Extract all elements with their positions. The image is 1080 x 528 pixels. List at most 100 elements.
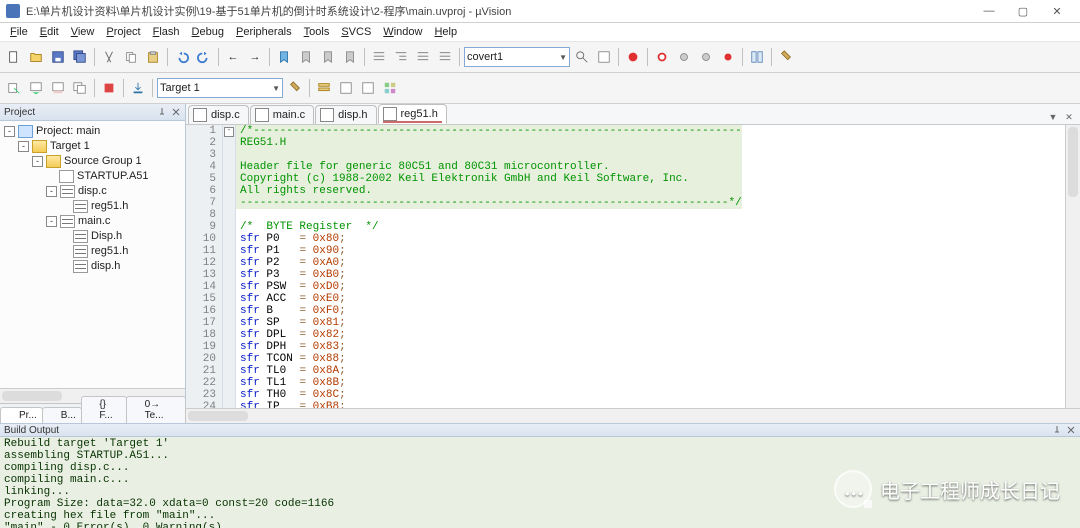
menu-svcs[interactable]: SVCS: [335, 24, 377, 40]
editor-tab-reg51-h[interactable]: reg51.h: [378, 104, 447, 124]
nav-fwd-icon[interactable]: →: [245, 47, 265, 67]
menu-help[interactable]: Help: [428, 24, 463, 40]
build-output[interactable]: Rebuild target 'Target 1' assembling STA…: [0, 437, 1080, 528]
tree-item[interactable]: Source Group 1: [64, 155, 142, 167]
fold-gutter[interactable]: -: [223, 125, 236, 137]
find-combo[interactable]: covert1▼: [464, 47, 570, 67]
fold-gutter[interactable]: [223, 341, 236, 353]
code-line[interactable]: sfr P3 = 0xB0;: [236, 269, 742, 281]
code-line[interactable]: sfr TL1 = 0x8B;: [236, 377, 742, 389]
fold-gutter[interactable]: [223, 317, 236, 329]
fold-gutter[interactable]: [223, 305, 236, 317]
maximize-button[interactable]: ▢: [1006, 1, 1040, 21]
fold-gutter[interactable]: [223, 329, 236, 341]
menu-tools[interactable]: Tools: [298, 24, 336, 40]
code-line[interactable]: sfr TH0 = 0x8C;: [236, 389, 742, 401]
books-icon[interactable]: [358, 78, 378, 98]
indent-icon[interactable]: [369, 47, 389, 67]
fold-gutter[interactable]: [223, 245, 236, 257]
tree-item[interactable]: Target 1: [50, 140, 90, 152]
editor-tab-disp-c[interactable]: disp.c: [188, 105, 249, 124]
project-tab-2[interactable]: {} F...: [81, 396, 127, 423]
save-all-icon[interactable]: [70, 47, 90, 67]
manage-project-items-icon[interactable]: [314, 78, 334, 98]
tab-dropdown-icon[interactable]: ▼: [1046, 110, 1060, 124]
tab-close-icon[interactable]: ✕: [1062, 110, 1076, 124]
project-tab-1[interactable]: B...: [42, 407, 82, 423]
fold-gutter[interactable]: [223, 185, 236, 197]
code-line[interactable]: All rights reserved.: [236, 185, 742, 197]
bookmark-next-icon[interactable]: [318, 47, 338, 67]
tree-item[interactable]: reg51.h: [91, 200, 128, 212]
minimize-button[interactable]: —: [972, 1, 1006, 21]
fold-gutter[interactable]: [223, 197, 236, 209]
tree-item[interactable]: Disp.h: [91, 230, 122, 242]
code-line[interactable]: Header file for generic 80C51 and 80C31 …: [236, 161, 742, 173]
project-tab-3[interactable]: 0→ Te...: [126, 396, 186, 423]
code-line[interactable]: sfr TL0 = 0x8A;: [236, 365, 742, 377]
project-tree[interactable]: -Project: main-Target 1-Source Group 1ST…: [0, 121, 185, 388]
window-tile-icon[interactable]: [747, 47, 767, 67]
configure-icon[interactable]: [776, 47, 796, 67]
tree-item[interactable]: disp.c: [78, 185, 107, 197]
find-icon[interactable]: [572, 47, 592, 67]
translate-icon[interactable]: [4, 78, 24, 98]
code-line[interactable]: sfr TCON = 0x88;: [236, 353, 742, 365]
manage-rte-icon[interactable]: [380, 78, 400, 98]
cut-icon[interactable]: [99, 47, 119, 67]
tree-item[interactable]: STARTUP.A51: [77, 170, 149, 182]
code-line[interactable]: sfr PSW = 0xD0;: [236, 281, 742, 293]
code-line[interactable]: sfr SP = 0x81;: [236, 317, 742, 329]
close-button[interactable]: ✕: [1040, 1, 1074, 21]
editor-tab-main-c[interactable]: main.c: [250, 105, 314, 124]
fold-gutter[interactable]: [223, 137, 236, 149]
fold-gutter[interactable]: [223, 269, 236, 281]
bookmark-clear-icon[interactable]: [340, 47, 360, 67]
code-line[interactable]: sfr P0 = 0x80;: [236, 233, 742, 245]
fold-gutter[interactable]: [223, 401, 236, 408]
build-icon[interactable]: [26, 78, 46, 98]
fold-gutter[interactable]: [223, 161, 236, 173]
fold-gutter[interactable]: [223, 365, 236, 377]
code-line[interactable]: Copyright (c) 1988-2002 Keil Elektronik …: [236, 173, 742, 185]
editor-tab-disp-h[interactable]: disp.h: [315, 105, 376, 124]
tree-item[interactable]: reg51.h: [91, 245, 128, 257]
code-line[interactable]: sfr DPH = 0x83;: [236, 341, 742, 353]
editor-v-scrollbar[interactable]: [1065, 125, 1080, 408]
close-pane-icon[interactable]: [171, 107, 181, 117]
code-line[interactable]: [236, 209, 742, 221]
breakpoint-disable-icon[interactable]: [674, 47, 694, 67]
file-extensions-icon[interactable]: [336, 78, 356, 98]
tree-item[interactable]: main.c: [78, 215, 110, 227]
fold-gutter[interactable]: [223, 209, 236, 221]
project-tab-0[interactable]: Pr...: [0, 407, 43, 423]
copy-icon[interactable]: [121, 47, 141, 67]
fold-gutter[interactable]: [223, 377, 236, 389]
bookmark-icon[interactable]: [274, 47, 294, 67]
breakpoint-enable-icon[interactable]: [718, 47, 738, 67]
code-line[interactable]: ----------------------------------------…: [236, 197, 742, 209]
fold-gutter[interactable]: [223, 149, 236, 161]
rebuild-icon[interactable]: [48, 78, 68, 98]
fold-gutter[interactable]: [223, 389, 236, 401]
menu-edit[interactable]: Edit: [34, 24, 65, 40]
pin-icon[interactable]: [1052, 425, 1062, 435]
code-line[interactable]: /*--------------------------------------…: [236, 125, 742, 137]
download-icon[interactable]: [128, 78, 148, 98]
pin-icon[interactable]: [157, 107, 167, 117]
bookmark-prev-icon[interactable]: [296, 47, 316, 67]
code-editor[interactable]: 1-/*------------------------------------…: [186, 125, 1065, 408]
fold-gutter[interactable]: [223, 293, 236, 305]
fold-gutter[interactable]: [223, 281, 236, 293]
code-line[interactable]: sfr B = 0xF0;: [236, 305, 742, 317]
uncomment-icon[interactable]: [435, 47, 455, 67]
comment-icon[interactable]: [413, 47, 433, 67]
redo-icon[interactable]: [194, 47, 214, 67]
paste-icon[interactable]: [143, 47, 163, 67]
menu-view[interactable]: View: [65, 24, 101, 40]
nav-back-icon[interactable]: ←: [223, 47, 243, 67]
code-line[interactable]: sfr P2 = 0xA0;: [236, 257, 742, 269]
fold-gutter[interactable]: [223, 221, 236, 233]
editor-h-scrollbar[interactable]: [186, 408, 1080, 423]
code-line[interactable]: /* BYTE Register */: [236, 221, 742, 233]
